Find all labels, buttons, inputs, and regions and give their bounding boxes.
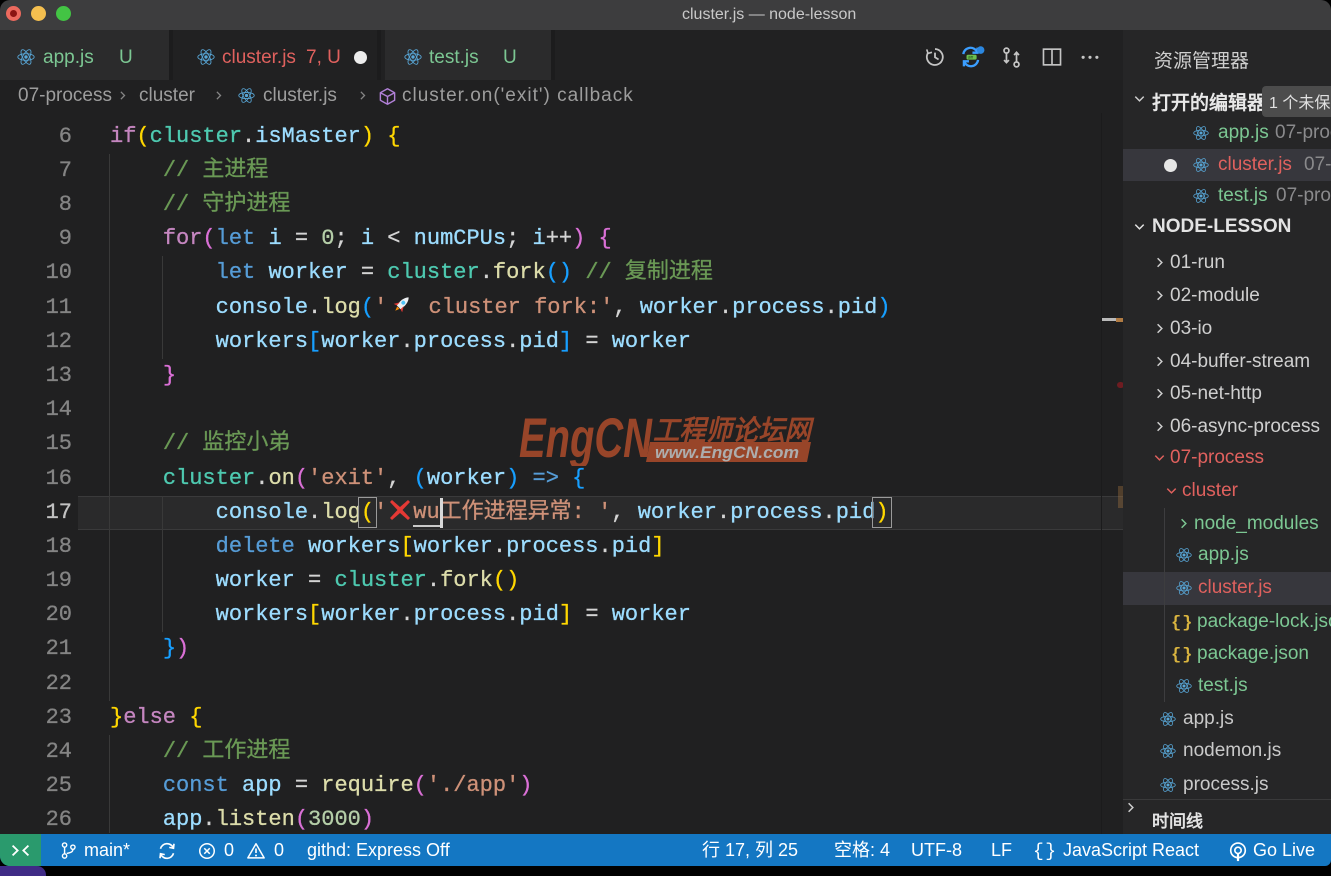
svg-text:EngCN: EngCN (519, 406, 653, 466)
svg-text:diff: diff (968, 55, 974, 60)
svg-text:www.EngCN.com: www.EngCN.com (655, 444, 799, 462)
